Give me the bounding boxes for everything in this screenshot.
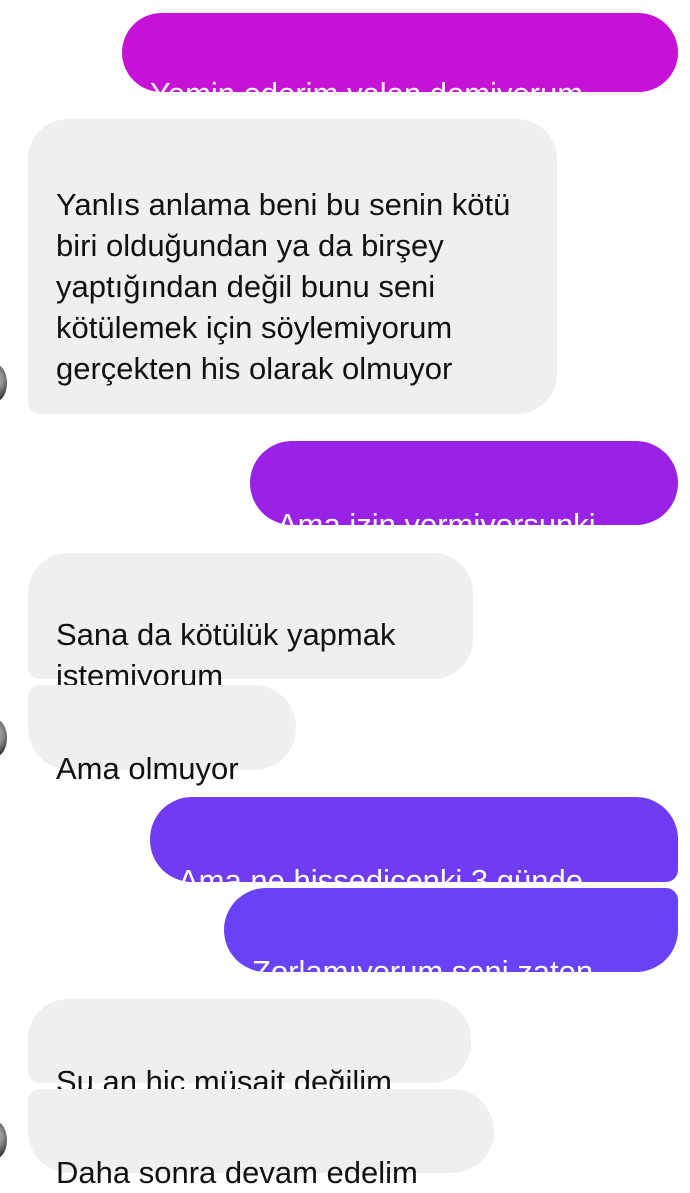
contact-avatar-icon[interactable] — [0, 1121, 7, 1159]
received-message-bubble[interactable]: Yanlıs anlama beni bu senin kötü biri ol… — [28, 119, 557, 414]
sent-message-bubble[interactable]: Zorlamıyorum seni zaten — [224, 888, 678, 989]
received-message-bubble[interactable]: Ama olmuyor — [28, 685, 296, 786]
message-text: Daha sonra devam edelim — [56, 1155, 418, 1190]
sent-message-bubble[interactable]: Yemin ederim yalan demiyorum — [122, 13, 678, 111]
sent-message-bubble[interactable]: Ama ne hissedicenki 3 günde — [150, 797, 678, 898]
message-text: Ama izin vermiyorsunki — [277, 507, 596, 542]
message-text: Zorlamıyorum seni zaten — [252, 954, 594, 989]
message-text: Ama olmuyor — [56, 751, 239, 786]
message-text: Yemin ederim yalan demiyorum — [150, 76, 584, 111]
received-message-bubble[interactable]: Şu an hiç müsait değilim — [28, 999, 471, 1099]
message-text: Sana da kötülük yapmak istemiyorum — [56, 617, 396, 693]
contact-avatar-icon[interactable] — [0, 364, 7, 402]
received-message-bubble[interactable]: Daha sonra devam edelim — [28, 1089, 494, 1190]
received-message-bubble[interactable]: Sana da kötülük yapmak istemiyorum — [28, 553, 473, 693]
contact-avatar-icon[interactable] — [0, 719, 7, 757]
message-text: Yanlıs anlama beni bu senin kötü biri ol… — [56, 187, 511, 386]
sent-message-bubble[interactable]: Ama izin vermiyorsunki — [250, 441, 678, 542]
